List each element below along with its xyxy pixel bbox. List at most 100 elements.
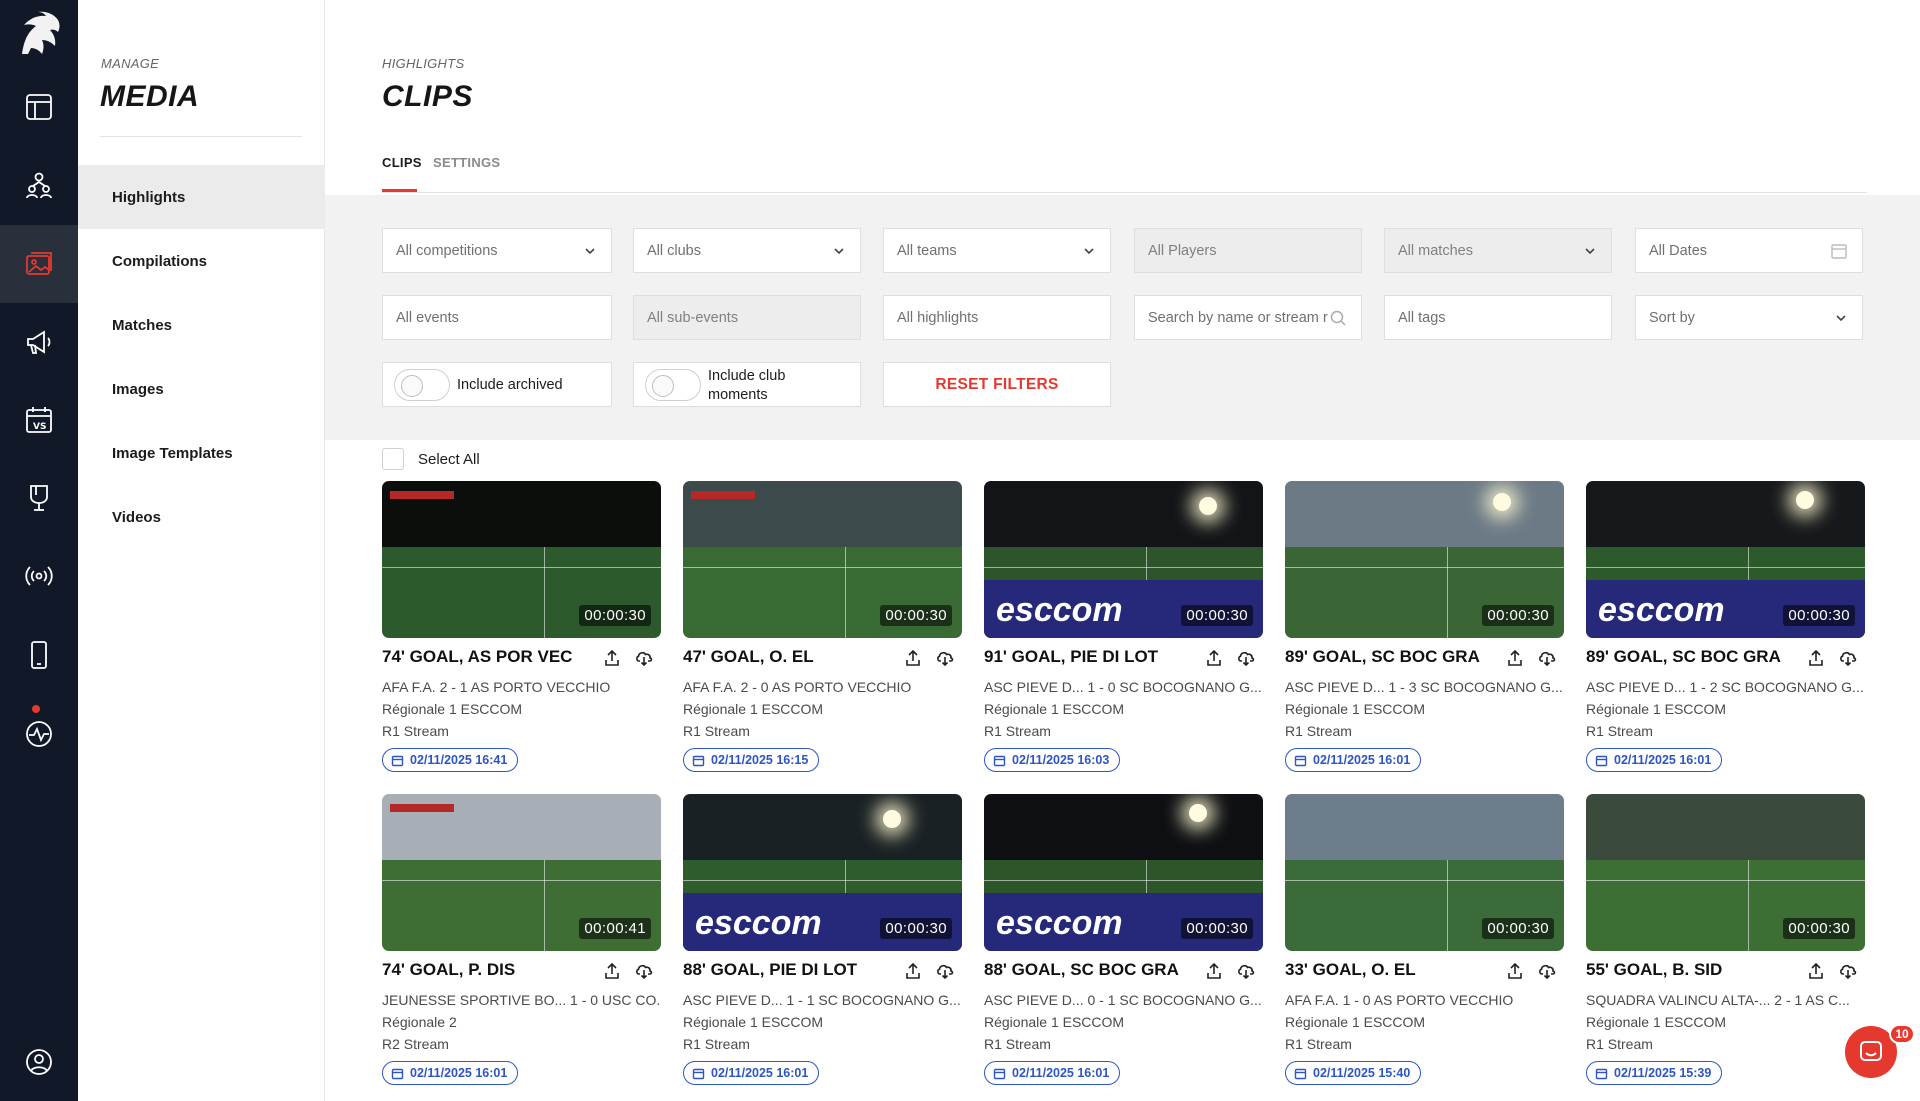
clip-stream: R1 Stream xyxy=(984,1036,1051,1052)
teams-select[interactable]: All teams xyxy=(883,228,1111,273)
clip-competition: Régionale 1 ESCCOM xyxy=(1586,701,1727,717)
share-icon[interactable] xyxy=(904,649,922,667)
filter-panel: All competitions All clubs All teams All… xyxy=(325,195,1920,440)
clip-date-badge: 02/11/2025 16:01 xyxy=(1285,748,1422,772)
clip-date: 02/11/2025 16:01 xyxy=(410,1066,508,1080)
clip-card[interactable]: esccom 00:00:30 88' GOAL, SC BOC GRA ASC PI… xyxy=(984,794,1263,1094)
clubs-select[interactable]: All clubs xyxy=(633,228,861,273)
download-icon[interactable] xyxy=(1538,962,1556,980)
share-icon[interactable] xyxy=(1506,962,1524,980)
clip-thumbnail[interactable]: 00:00:30 xyxy=(382,481,661,638)
clip-thumbnail[interactable]: 00:00:41 xyxy=(382,794,661,951)
clip-card[interactable]: esccom 00:00:30 88' GOAL, PIE DI LOT ASC PI… xyxy=(683,794,962,1094)
select-all-checkbox[interactable] xyxy=(382,448,404,470)
sidebar-item-compilations[interactable]: Compilations xyxy=(78,229,325,293)
clip-title: 89' GOAL, SC BOC GRA xyxy=(1586,647,1781,666)
tab-settings[interactable]: SETTINGS xyxy=(433,155,500,170)
clip-duration: 00:00:30 xyxy=(579,605,651,626)
clip-thumbnail[interactable]: esccom 00:00:30 xyxy=(984,481,1263,638)
matches-select[interactable]: All matches xyxy=(1384,228,1612,273)
tags-select[interactable]: All tags xyxy=(1384,295,1612,340)
sidebar-item-videos[interactable]: Videos xyxy=(78,485,325,549)
include-club-moments-toggle[interactable] xyxy=(645,369,701,401)
logo-icon[interactable] xyxy=(14,10,64,58)
clip-card[interactable]: 00:00:30 33' GOAL, O. EL AFA F.A. 1 - 0 AS… xyxy=(1285,794,1564,1094)
clip-thumbnail[interactable]: 00:00:30 xyxy=(1285,794,1564,951)
search-input[interactable]: Search by name or stream r xyxy=(1134,295,1362,340)
marketing-nav[interactable] xyxy=(0,303,78,381)
clips-content: Select All 00:00:30 74' GOAL, AS POR VEC A… xyxy=(325,440,1920,1101)
clip-match: JEUNESSE SPORTIVE BO... 1 - 0 USC CO... xyxy=(382,992,661,1008)
clip-date-badge: 02/11/2025 16:15 xyxy=(683,748,820,772)
streams-nav[interactable] xyxy=(0,537,78,615)
clip-card[interactable]: 00:00:30 74' GOAL, AS POR VEC AFA F.A. 2 -… xyxy=(382,481,661,781)
share-icon[interactable] xyxy=(1807,962,1825,980)
share-icon[interactable] xyxy=(1205,649,1223,667)
clip-card[interactable]: esccom 00:00:30 89' GOAL, SC BOC GRA ASC PI… xyxy=(1586,481,1865,781)
download-icon[interactable] xyxy=(936,649,954,667)
thumbnail-sky xyxy=(683,794,962,860)
clip-match: ASC PIEVE D... 1 - 2 SC BOCOGNANO G... xyxy=(1586,679,1864,695)
matches-nav[interactable]: VS xyxy=(0,381,78,459)
select-all[interactable]: Select All xyxy=(382,448,480,470)
download-icon[interactable] xyxy=(1237,649,1255,667)
clip-thumbnail[interactable]: 00:00:30 xyxy=(1285,481,1564,638)
include-archived-toggle[interactable] xyxy=(394,369,450,401)
download-icon[interactable] xyxy=(1839,962,1857,980)
team-nav[interactable] xyxy=(0,146,78,224)
dates-picker[interactable]: All Dates xyxy=(1635,228,1863,273)
pitch-line xyxy=(1586,567,1865,569)
clip-thumbnail[interactable]: esccom 00:00:30 xyxy=(683,794,962,951)
competitions-select[interactable]: All competitions xyxy=(382,228,612,273)
clip-card[interactable]: 00:00:41 74' GOAL, P. DIS JEUNESSE SPORTIV… xyxy=(382,794,661,1094)
events-select[interactable]: All events xyxy=(382,295,612,340)
players-select[interactable]: All Players xyxy=(1134,228,1362,273)
profile-nav[interactable] xyxy=(0,1023,78,1101)
download-icon[interactable] xyxy=(635,962,653,980)
download-icon[interactable] xyxy=(1538,649,1556,667)
clip-duration: 00:00:30 xyxy=(1783,605,1855,626)
clip-thumbnail[interactable]: esccom 00:00:30 xyxy=(984,794,1263,951)
download-icon[interactable] xyxy=(1839,649,1857,667)
clip-card[interactable]: 00:00:30 55' GOAL, B. SID SQUADRA VALINCU … xyxy=(1586,794,1865,1094)
clip-date: 02/11/2025 16:03 xyxy=(1012,753,1110,767)
tab-clips[interactable]: CLIPS xyxy=(382,155,422,170)
sidebar-item-image-templates[interactable]: Image Templates xyxy=(78,421,325,485)
clip-thumbnail[interactable]: 00:00:30 xyxy=(683,481,962,638)
chevron-down-icon xyxy=(1836,315,1846,322)
download-icon[interactable] xyxy=(936,962,954,980)
clip-thumbnail[interactable]: esccom 00:00:30 xyxy=(1586,481,1865,638)
highlights-select[interactable]: All highlights xyxy=(883,295,1111,340)
share-icon[interactable] xyxy=(603,649,621,667)
competitions-nav[interactable] xyxy=(0,459,78,537)
clip-title: 47' GOAL, O. EL xyxy=(683,647,814,666)
share-icon[interactable] xyxy=(1506,649,1524,667)
download-icon[interactable] xyxy=(1237,962,1255,980)
share-icon[interactable] xyxy=(1807,649,1825,667)
clip-competition: Régionale 1 ESCCOM xyxy=(1285,1014,1426,1030)
clip-actions xyxy=(904,962,954,980)
clip-card[interactable]: 00:00:30 47' GOAL, O. EL AFA F.A. 2 - 0 AS… xyxy=(683,481,962,781)
trophy-icon xyxy=(30,485,48,511)
share-icon[interactable] xyxy=(904,962,922,980)
sidebar-item-highlights[interactable]: Highlights xyxy=(78,165,325,229)
share-icon[interactable] xyxy=(1205,962,1223,980)
clip-date-badge: 02/11/2025 16:03 xyxy=(984,748,1121,772)
dashboard-nav[interactable] xyxy=(0,68,78,146)
sort-select[interactable]: Sort by xyxy=(1635,295,1863,340)
media-nav[interactable] xyxy=(0,225,78,303)
sidebar-item-images[interactable]: Images xyxy=(78,357,325,421)
sub-events-select[interactable]: All sub-events xyxy=(633,295,861,340)
clip-card[interactable]: esccom 00:00:30 91' GOAL, PIE DI LOT ASC PI… xyxy=(984,481,1263,781)
pitch-line xyxy=(1446,859,1448,951)
include-archived-label: Include archived xyxy=(457,377,563,393)
reset-filters-button[interactable]: RESET FILTERS xyxy=(883,362,1111,407)
app-nav[interactable] xyxy=(0,616,78,694)
download-icon[interactable] xyxy=(635,649,653,667)
clip-thumbnail[interactable]: 00:00:30 xyxy=(1586,794,1865,951)
activity-nav[interactable] xyxy=(0,695,78,773)
sidebar-item-matches[interactable]: Matches xyxy=(78,293,325,357)
share-icon[interactable] xyxy=(603,962,621,980)
clip-card[interactable]: 00:00:30 89' GOAL, SC BOC GRA ASC PIEVE D.… xyxy=(1285,481,1564,781)
clip-date: 02/11/2025 16:15 xyxy=(711,753,809,767)
